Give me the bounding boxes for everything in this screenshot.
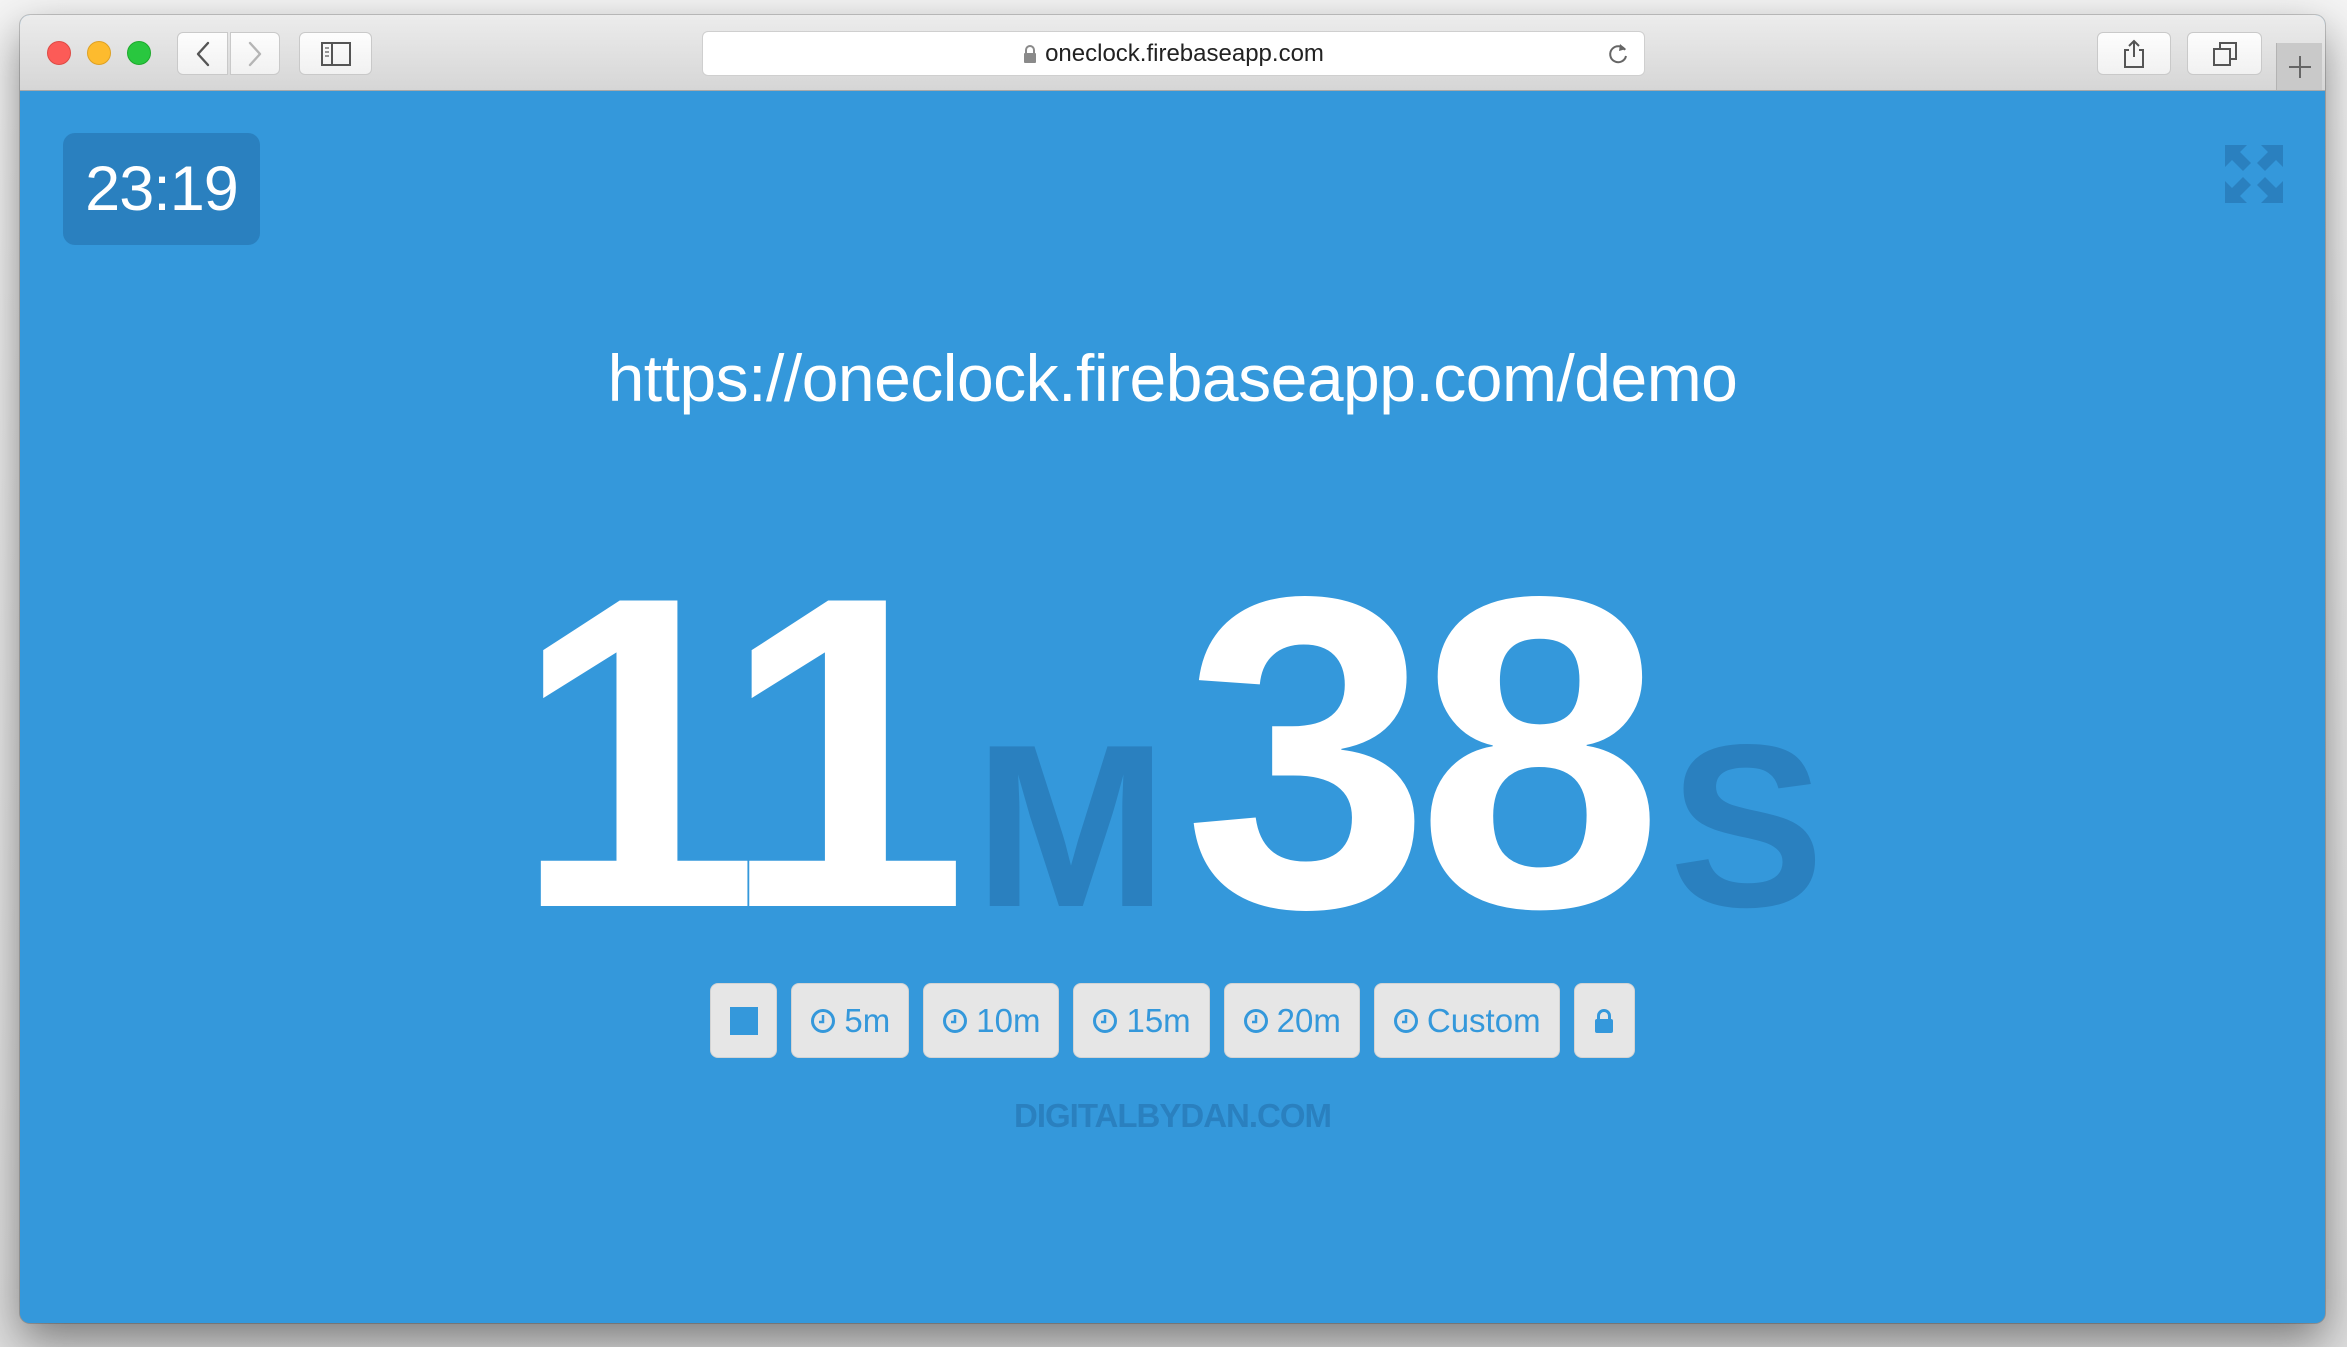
countdown-minutes: 11: [512, 505, 968, 1001]
minimize-window-button[interactable]: [87, 41, 111, 65]
zoom-window-button[interactable]: [127, 41, 151, 65]
browser-toolbar: oneclock.firebaseapp.com: [20, 15, 2325, 91]
custom-label: Custom: [1426, 1001, 1541, 1039]
clock-icon: [1393, 1008, 1418, 1033]
clock-icon: [943, 1008, 968, 1033]
clock-icon: [1243, 1008, 1268, 1033]
countdown-display: 11M38S: [20, 531, 2325, 975]
clock-icon: [1093, 1008, 1118, 1033]
chevron-left-icon: [196, 41, 209, 66]
address-bar[interactable]: oneclock.firebaseapp.com: [702, 31, 1645, 76]
forward-button[interactable]: [230, 32, 280, 75]
share-icon: [2124, 39, 2144, 68]
lock-button[interactable]: [1573, 983, 1635, 1058]
preset-20m-button[interactable]: 20m: [1223, 983, 1360, 1058]
new-tab-button[interactable]: [2276, 43, 2322, 90]
current-time-badge: 23:19: [63, 133, 260, 245]
seconds-unit-label: S: [1669, 697, 1825, 956]
back-button[interactable]: [177, 32, 228, 75]
share-button[interactable]: [2097, 32, 2171, 75]
preset-label: 5m: [844, 1001, 891, 1039]
stop-button[interactable]: [710, 983, 778, 1058]
lock-icon: [1024, 44, 1037, 63]
minutes-unit-label: M: [974, 697, 1168, 956]
preset-label: 20m: [1276, 1001, 1341, 1039]
preset-10m-button[interactable]: 10m: [923, 983, 1060, 1058]
current-time: 23:19: [85, 154, 239, 224]
address-text: oneclock.firebaseapp.com: [1045, 39, 1324, 67]
tabs-overview-button[interactable]: [2187, 32, 2262, 75]
custom-timer-button[interactable]: Custom: [1373, 983, 1560, 1058]
preset-5m-button[interactable]: 5m: [791, 983, 910, 1058]
credit-link[interactable]: DIGITALBYDAN.COM: [20, 1097, 2325, 1135]
browser-window: oneclock.firebaseapp.com 23:19 https://o…: [20, 15, 2325, 1323]
preset-15m-button[interactable]: 15m: [1073, 983, 1210, 1058]
timer-controls: 5m 10m 15m 20m Custom: [20, 983, 2325, 1058]
tabs-overview-icon: [2212, 41, 2237, 66]
share-url[interactable]: https://oneclock.firebaseapp.com/demo: [20, 338, 2325, 418]
sidebar-button[interactable]: [299, 32, 372, 75]
preset-label: 15m: [1126, 1001, 1191, 1039]
sidebar-icon: [320, 41, 351, 66]
close-window-button[interactable]: [47, 41, 71, 65]
clock-icon: [811, 1008, 836, 1033]
lock-icon: [1595, 1008, 1614, 1033]
expand-icon[interactable]: [2225, 145, 2283, 203]
stop-icon: [729, 1006, 758, 1035]
countdown-seconds: 38: [1183, 505, 1664, 1001]
preset-label: 10m: [976, 1001, 1041, 1039]
clock-page: 23:19 https://oneclock.firebaseapp.com/d…: [20, 91, 2325, 1323]
chevron-right-icon: [248, 41, 262, 66]
reload-icon[interactable]: [1606, 41, 1630, 67]
plus-icon: [2288, 55, 2311, 78]
